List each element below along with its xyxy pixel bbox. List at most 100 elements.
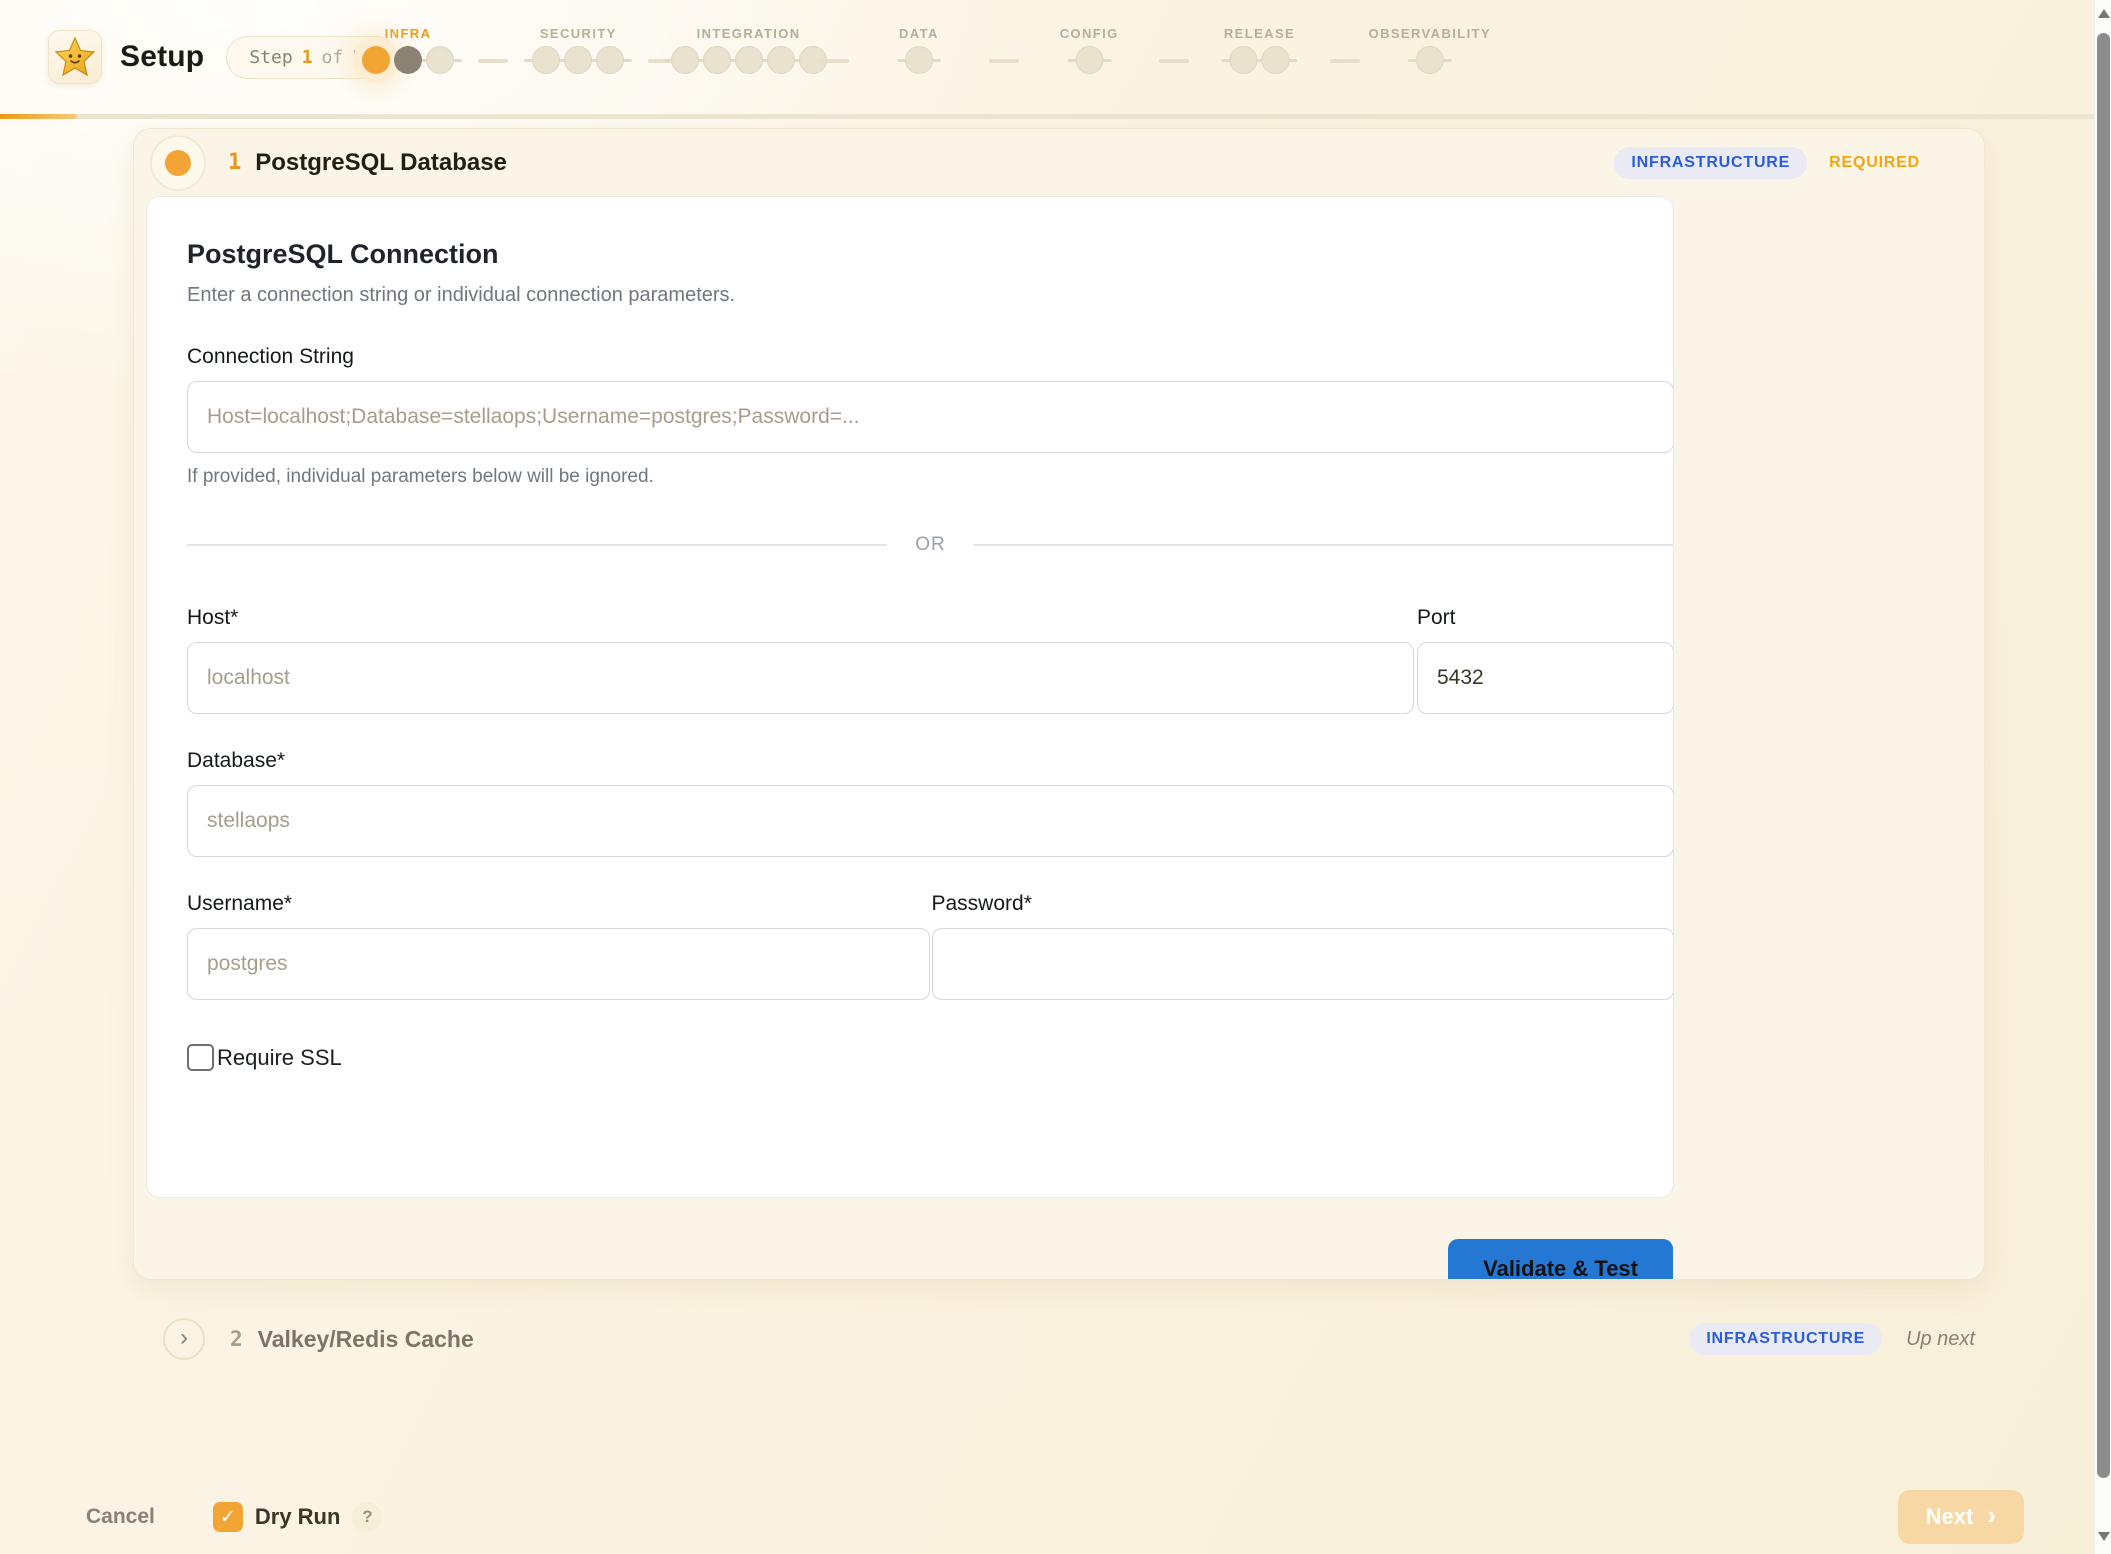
stepper-connector — [819, 59, 849, 63]
check-icon: ✓ — [220, 1506, 236, 1529]
wizard-progress-fill — [0, 114, 77, 119]
scroll-up-arrow-icon[interactable] — [2098, 9, 2110, 18]
step-dot-upcoming[interactable] — [735, 46, 763, 74]
stepper-group-release: RELEASE — [1224, 26, 1295, 75]
database-input[interactable] — [187, 785, 1674, 857]
required-badge: REQUIRED — [1829, 154, 1920, 172]
stepper-group-label: INTEGRATION — [697, 26, 801, 41]
or-divider: OR — [187, 534, 1674, 556]
stepper-dots — [1416, 45, 1444, 75]
connection-string-label: Connection String — [187, 345, 1674, 369]
or-label: OR — [915, 534, 946, 556]
stepper-group-security: SECURITY — [532, 26, 624, 75]
database-label: Database* — [187, 749, 1674, 773]
password-label: Password* — [932, 892, 1675, 916]
require-ssl-checkbox[interactable] — [187, 1044, 214, 1071]
section-title: PostgreSQL Database — [255, 149, 507, 177]
require-ssl-row[interactable]: Require SSL — [187, 1044, 1674, 1071]
password-input[interactable] — [932, 928, 1675, 1000]
stepper-connector — [478, 59, 508, 63]
up-next-status: Up next — [1906, 1328, 1975, 1351]
scrollbar-thumb[interactable] — [2097, 33, 2110, 1478]
stepper-group-label: INFRA — [385, 26, 432, 41]
step-dot-upcoming[interactable] — [905, 46, 933, 74]
stepper-connector — [1159, 59, 1189, 63]
section-title[interactable]: Valkey/Redis Cache — [258, 1326, 474, 1353]
stepper-group-observability: OBSERVABILITY — [1369, 26, 1491, 75]
step-dot-upcoming[interactable] — [1229, 46, 1257, 74]
stepper-group-label: OBSERVABILITY — [1369, 26, 1491, 41]
connection-string-help: If provided, individual parameters below… — [187, 466, 1674, 488]
validate-test-button[interactable]: Validate & Test — [1448, 1239, 1673, 1280]
active-section-dot — [165, 150, 191, 176]
postgres-connection-panel: PostgreSQL Connection Enter a connection… — [146, 196, 1674, 1198]
wizard-footer: Cancel ✓ Dry Run ? Next › — [0, 1488, 2094, 1546]
stepper-group-infra: INFRA — [362, 26, 454, 75]
section-number: 1 — [228, 150, 241, 175]
question-icon: ? — [362, 1507, 372, 1527]
next-button-label: Next — [1926, 1504, 1974, 1530]
stepper-connector — [1330, 59, 1360, 63]
form-subheading: Enter a connection string or individual … — [187, 284, 1674, 307]
port-label: Port — [1417, 606, 1674, 630]
step-dot-queued[interactable] — [394, 46, 422, 74]
stepper-group-label: CONFIG — [1060, 26, 1119, 41]
section-card-postgresql: 1 PostgreSQL Database INFRASTRUCTURE REQ… — [133, 128, 1985, 1280]
stepper: INFRA SECURITY INTEGRATION DATA CONFIG RELEAS… — [0, 26, 2094, 96]
stepper-dots — [1229, 45, 1289, 75]
stepper-dots — [671, 45, 827, 75]
cancel-button[interactable]: Cancel — [86, 1505, 155, 1529]
step-dot-upcoming[interactable] — [532, 46, 560, 74]
connection-string-input[interactable] — [187, 381, 1674, 453]
host-label: Host* — [187, 606, 1414, 630]
step-dot-upcoming[interactable] — [767, 46, 795, 74]
port-input[interactable] — [1417, 642, 1674, 714]
scroll-down-arrow-icon[interactable] — [2098, 1532, 2110, 1541]
stepper-group-data: DATA — [899, 26, 939, 75]
require-ssl-label: Require SSL — [217, 1045, 342, 1071]
step-dot-upcoming[interactable] — [703, 46, 731, 74]
category-badge: INFRASTRUCTURE — [1689, 1323, 1882, 1355]
step-dot-upcoming[interactable] — [1261, 46, 1289, 74]
divider-line — [974, 544, 1674, 546]
section-status-toggle[interactable] — [150, 135, 206, 191]
step-dot-active[interactable] — [362, 46, 390, 74]
stepper-group-config: CONFIG — [1060, 26, 1119, 75]
vertical-scrollbar[interactable] — [2094, 0, 2111, 1554]
section-badges: INFRASTRUCTURE REQUIRED — [1614, 147, 1920, 179]
host-input[interactable] — [187, 642, 1414, 714]
dry-run-checkbox[interactable]: ✓ — [213, 1502, 243, 1532]
step-dot-upcoming[interactable] — [564, 46, 592, 74]
stepper-dots — [1075, 45, 1103, 75]
dry-run-label: Dry Run — [255, 1504, 341, 1530]
dry-run-toggle[interactable]: ✓ Dry Run ? — [213, 1502, 383, 1532]
expand-section-button[interactable]: › — [163, 1318, 205, 1360]
chevron-right-icon: › — [180, 1324, 188, 1352]
category-badge: INFRASTRUCTURE — [1614, 147, 1807, 179]
username-label: Username* — [187, 892, 930, 916]
step-dot-upcoming[interactable] — [1075, 46, 1103, 74]
wizard-progress-track — [0, 114, 2094, 119]
username-input[interactable] — [187, 928, 930, 1000]
stepper-connector — [989, 59, 1019, 63]
step-dot-upcoming[interactable] — [671, 46, 699, 74]
form-heading: PostgreSQL Connection — [187, 239, 1674, 270]
stepper-group-label: RELEASE — [1224, 26, 1295, 41]
divider-line — [187, 544, 887, 546]
header: Setup Step 1 of 16 INFRASECURITYINTEGRAT… — [0, 0, 2094, 112]
section-card-header: 1 PostgreSQL Database INFRASTRUCTURE REQ… — [134, 129, 1984, 196]
chevron-right-icon: › — [1987, 1502, 1996, 1532]
stepper-dots — [362, 45, 454, 75]
step-dot-upcoming[interactable] — [1416, 46, 1444, 74]
section-row-valkey: › 2 Valkey/Redis Cache INFRASTRUCTURE Up… — [163, 1316, 1975, 1362]
next-button[interactable]: Next › — [1898, 1490, 2024, 1544]
step-dot-upcoming[interactable] — [426, 46, 454, 74]
dry-run-help-button[interactable]: ? — [352, 1502, 382, 1532]
stepper-group-label: DATA — [899, 26, 939, 41]
stepper-group-label: SECURITY — [540, 26, 617, 41]
stepper-dots — [532, 45, 624, 75]
step-dot-upcoming[interactable] — [596, 46, 624, 74]
stepper-group-integration: INTEGRATION — [671, 26, 827, 75]
stepper-dots — [905, 45, 933, 75]
section-number: 2 — [230, 1327, 243, 1351]
